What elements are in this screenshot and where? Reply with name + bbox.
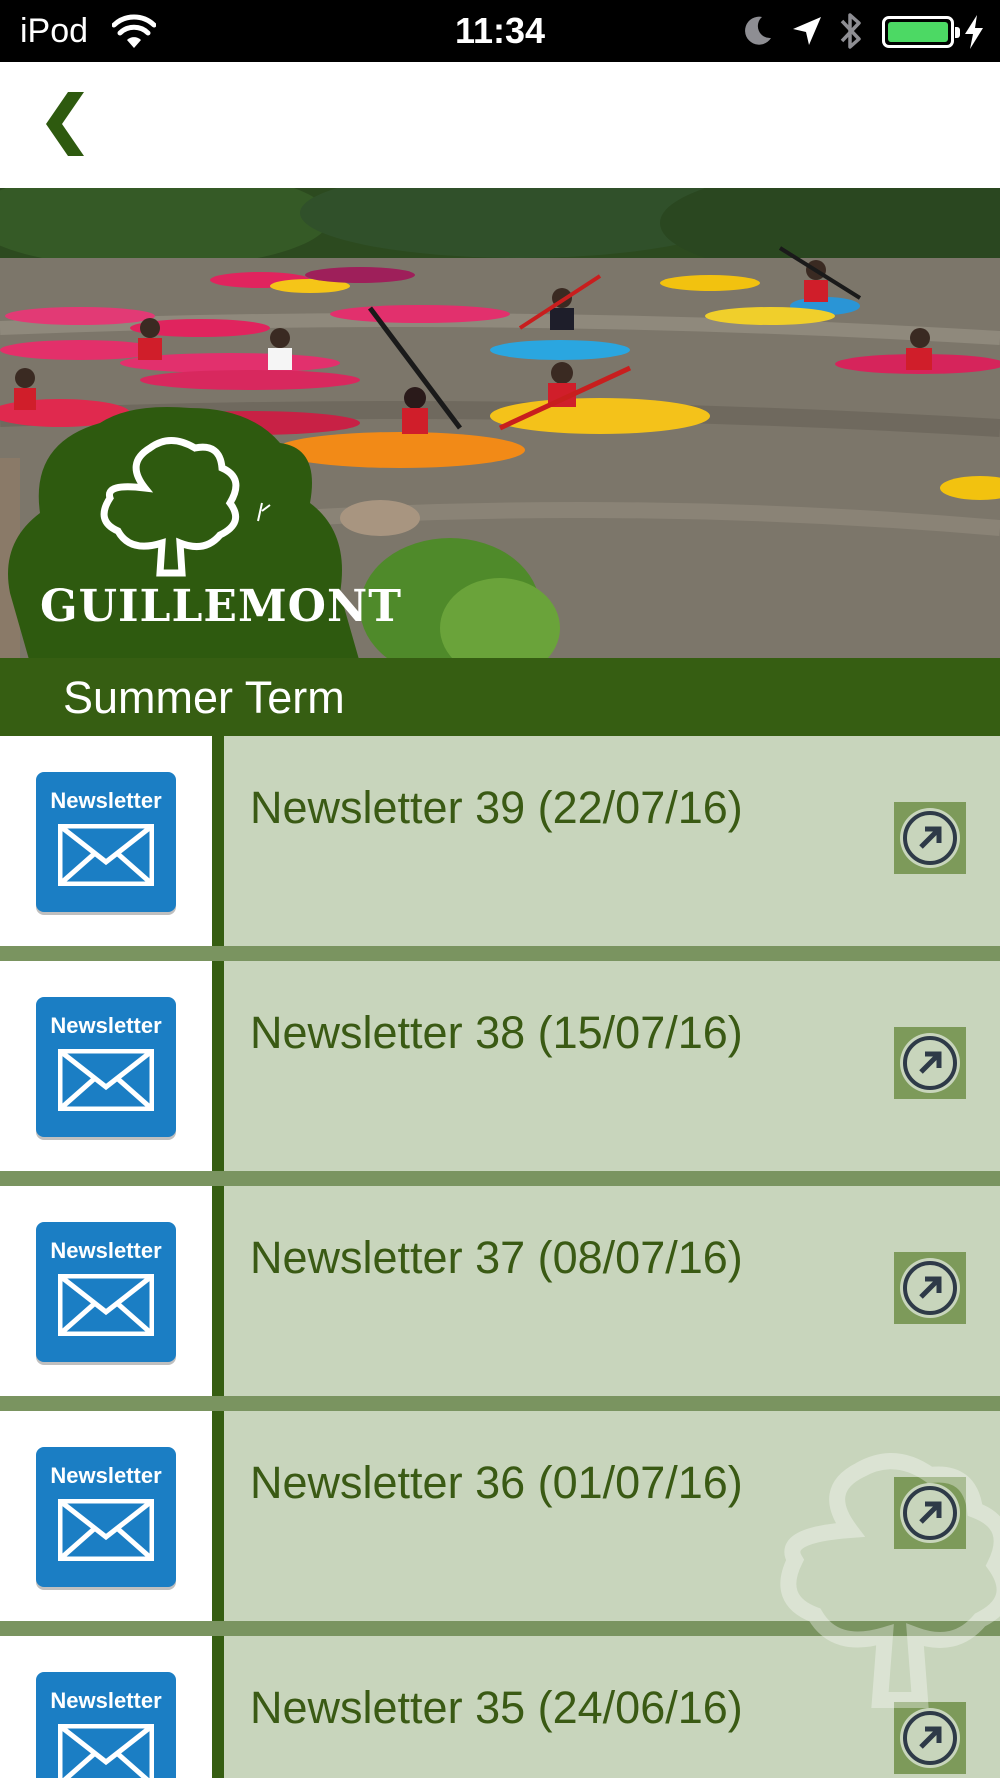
list-item-divider — [212, 1411, 224, 1621]
newsletter-envelope-icon: Newsletter — [36, 1672, 176, 1778]
newsletter-icon-label: Newsletter — [50, 1688, 162, 1713]
list-item-icon-cell: Newsletter — [0, 961, 212, 1171]
newsletter-title[interactable]: Newsletter 35 (24/06/16) — [250, 1682, 743, 1734]
open-link-arrow-icon[interactable] — [894, 1477, 966, 1549]
list-item-divider — [212, 736, 224, 946]
moon-icon — [745, 16, 771, 45]
open-link-arrow-icon[interactable] — [894, 1027, 966, 1099]
list-item-icon-cell: Newsletter — [0, 1636, 212, 1778]
open-link-arrow-icon[interactable] — [894, 1702, 966, 1774]
navigation-bar — [0, 62, 1000, 188]
list-item[interactable]: Newsletter Newsletter 37 (08/07/16) — [0, 1186, 1000, 1396]
newsletter-title[interactable]: Newsletter 37 (08/07/16) — [250, 1232, 743, 1284]
newsletter-icon-label: Newsletter — [50, 788, 162, 813]
list-item-divider — [212, 1186, 224, 1396]
list-item[interactable]: Newsletter Newsletter 35 (24/06/16) — [0, 1636, 1000, 1778]
newsletter-title[interactable]: Newsletter 39 (22/07/16) — [250, 782, 743, 834]
list-item-body[interactable]: Newsletter 39 (22/07/16) — [224, 736, 1000, 946]
list-item[interactable]: Newsletter Newsletter 36 (01/07/16) — [0, 1411, 1000, 1621]
newsletter-icon-label: Newsletter — [50, 1013, 162, 1038]
newsletter-envelope-icon: Newsletter — [36, 772, 176, 912]
charging-bolt-icon — [965, 15, 983, 49]
status-bar: iPod 11:34 — [0, 0, 1000, 62]
battery-icon — [882, 16, 960, 48]
list-item-body[interactable]: Newsletter 37 (08/07/16) — [224, 1186, 1000, 1396]
logo-text: GUILLEMONT — [40, 581, 402, 632]
bluetooth-icon — [840, 13, 861, 49]
section-header: Summer Term — [0, 658, 1000, 736]
newsletter-envelope-icon: Newsletter — [36, 1222, 176, 1362]
list-item-body[interactable]: Newsletter 35 (24/06/16) — [224, 1636, 1000, 1778]
battery-fill — [888, 22, 948, 42]
back-button-chevron-left-icon[interactable] — [38, 88, 94, 160]
list-item-icon-cell: Newsletter — [0, 736, 212, 946]
newsletter-icon-label: Newsletter — [50, 1463, 162, 1488]
newsletter-list: Newsletter Newsletter 39 (22/07/16) News… — [0, 736, 1000, 1778]
list-item-icon-cell: Newsletter — [0, 1411, 212, 1621]
newsletter-title[interactable]: Newsletter 38 (15/07/16) — [250, 1007, 743, 1059]
list-item-body[interactable]: Newsletter 36 (01/07/16) — [224, 1411, 1000, 1621]
newsletter-title[interactable]: Newsletter 36 (01/07/16) — [250, 1457, 743, 1509]
hero-banner: GUILLEMONT — [0, 188, 1000, 658]
list-item-body[interactable]: Newsletter 38 (15/07/16) — [224, 961, 1000, 1171]
list-item-icon-cell: Newsletter — [0, 1186, 212, 1396]
section-title: Summer Term — [63, 672, 345, 723]
open-link-arrow-icon[interactable] — [894, 1252, 966, 1324]
battery-cap — [955, 27, 960, 38]
list-item-divider — [212, 1636, 224, 1778]
open-link-arrow-icon[interactable] — [894, 802, 966, 874]
list-item[interactable]: Newsletter Newsletter 39 (22/07/16) — [0, 736, 1000, 946]
newsletter-icon-label: Newsletter — [50, 1238, 162, 1263]
list-item[interactable]: Newsletter Newsletter 38 (15/07/16) — [0, 961, 1000, 1171]
location-arrow-icon — [793, 17, 821, 45]
newsletter-envelope-icon: Newsletter — [36, 1447, 176, 1587]
list-item-divider — [212, 961, 224, 1171]
newsletter-envelope-icon: Newsletter — [36, 997, 176, 1137]
